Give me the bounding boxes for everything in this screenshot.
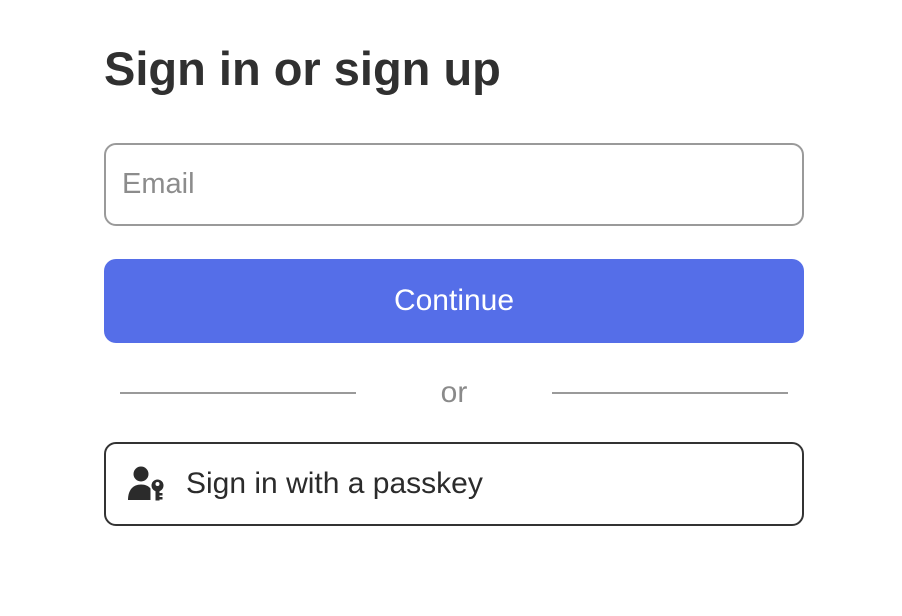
passkey-button[interactable]: Sign in with a passkey bbox=[104, 442, 804, 526]
divider-line-left bbox=[120, 392, 356, 394]
passkey-button-label: Sign in with a passkey bbox=[186, 467, 483, 500]
divider-line-right bbox=[552, 392, 788, 394]
page-title: Sign in or sign up bbox=[104, 42, 501, 95]
email-field[interactable] bbox=[104, 143, 804, 226]
user-key-icon bbox=[128, 466, 166, 502]
divider-text: or bbox=[440, 376, 468, 409]
continue-button[interactable]: Continue bbox=[104, 259, 804, 343]
